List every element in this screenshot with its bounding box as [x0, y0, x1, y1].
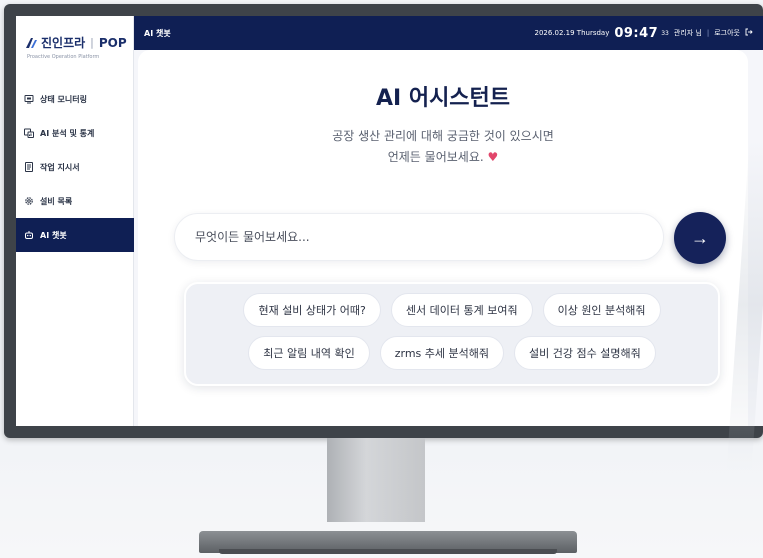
brand: 진인프라 | POP Proactive Operation Platform [24, 34, 132, 60]
heart-icon: ♥ [487, 150, 499, 164]
sidebar-item-label: 상태 모니터링 [40, 94, 87, 104]
suggestion-chip[interactable]: 이상 원인 분석해줘 [542, 293, 661, 327]
suggestion-chip[interactable]: 현재 설비 상태가 어때? [243, 293, 381, 327]
clock-seconds: 33 [661, 29, 669, 37]
send-button[interactable]: → [674, 212, 726, 264]
monitor-stand-foot [219, 549, 557, 554]
suggestion-chip[interactable]: 최근 알림 내역 확인 [248, 336, 370, 370]
brand-tagline: Proactive Operation Platform [27, 54, 100, 60]
assistant-subtitle: 공장 생산 관리에 대해 궁금한 것이 있으시면 언제든 물어보세요. ♥ [138, 126, 748, 168]
brand-name: 진인프라 [41, 36, 86, 50]
chat-input[interactable] [174, 213, 664, 261]
subtitle-line-1: 공장 생산 관리에 대해 궁금한 것이 있으시면 [332, 129, 554, 143]
subtitle-line-2: 언제든 물어보세요. [387, 150, 484, 164]
assistant-title: AI 어시스턴트 [375, 86, 511, 111]
top-bar: AI 챗봇 2026.02.19 Thursday 09:47 33 관리자 님… [134, 16, 763, 50]
chat-card: AI 어시스턴트 공장 생산 관리에 대해 궁금한 것이 있으시면 언제든 물어… [138, 50, 748, 426]
sidebar-item-label: AI 챗봇 [40, 230, 67, 240]
user-name: 관리자 님 [673, 29, 702, 37]
sidebar-item-label: 작업 지시서 [40, 162, 80, 172]
page-title: AI 챗봇 [144, 28, 171, 38]
monitor-stand-neck [327, 438, 425, 522]
suggestion-panel: 현재 설비 상태가 어때? 센서 데이터 통계 보여줘 이상 원인 분석해줘 최… [184, 282, 720, 386]
logout-button[interactable]: 로그아웃 [714, 28, 740, 38]
brand-product: POP [98, 35, 127, 50]
clock-time: 09:47 [614, 25, 659, 41]
sidebar-item-equipment-list[interactable]: 설비 목록 [16, 184, 134, 218]
bot-icon [24, 230, 34, 240]
app-screen: 진인프라 | POP Proactive Operation Platform … [16, 16, 763, 426]
logout-icon[interactable] [745, 28, 753, 38]
sidebar-item-work-orders[interactable]: 작업 지시서 [16, 150, 134, 184]
brand-separator: | [90, 36, 94, 49]
sidebar-item-label: AI 분석 및 통계 [40, 128, 95, 138]
document-icon [24, 162, 34, 172]
suggestion-row-1: 현재 설비 상태가 어때? 센서 데이터 통계 보여줘 이상 원인 분석해줘 [198, 293, 706, 327]
monitor-icon [24, 94, 34, 104]
sidebar-item-ai-analysis[interactable]: AI 분석 및 통계 [16, 116, 134, 150]
brand-logo-icon [26, 37, 37, 48]
sidebar-item-ai-chatbot[interactable]: AI 챗봇 [16, 218, 134, 252]
suggestion-row-2: 최근 알림 내역 확인 zrms 추세 분석해줘 설비 건강 점수 설명해줘 [198, 336, 706, 370]
gear-icon [24, 196, 34, 206]
suggestion-chip[interactable]: zrms 추세 분석해줘 [379, 336, 504, 370]
topbar-separator: | [706, 29, 710, 37]
sidebar-nav: 상태 모니터링 AI 분석 및 통계 작업 지시서 설비 목록 AI 챗봇 [16, 82, 134, 252]
suggestion-chip[interactable]: 설비 건강 점수 설명해줘 [514, 336, 656, 370]
topbar-status: 2026.02.19 Thursday 09:47 33 관리자 님 | 로그아… [534, 26, 753, 41]
suggestion-chip[interactable]: 센서 데이터 통계 보여줘 [390, 293, 533, 327]
analytics-icon [24, 128, 34, 138]
arrow-right-icon: → [691, 227, 709, 248]
sidebar-item-label: 설비 목록 [40, 196, 73, 206]
sidebar: 진인프라 | POP Proactive Operation Platform … [16, 16, 134, 426]
main-content: AI 어시스턴트 공장 생산 관리에 대해 궁금한 것이 있으시면 언제든 물어… [134, 50, 763, 426]
date-label: 2026.02.19 Thursday [534, 29, 610, 37]
sidebar-item-status-monitoring[interactable]: 상태 모니터링 [16, 82, 134, 116]
